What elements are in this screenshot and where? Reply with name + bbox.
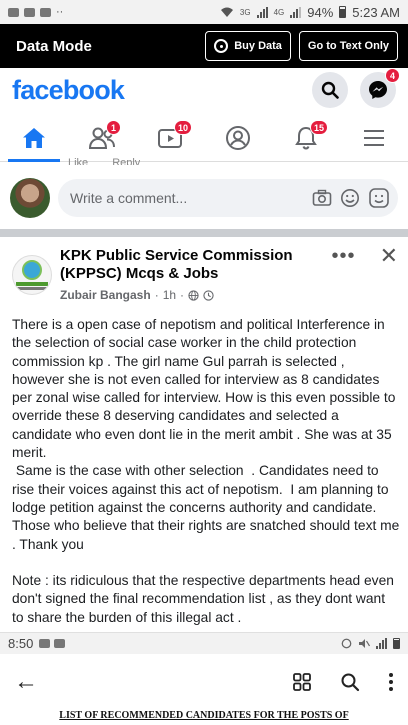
app-notification-icon — [54, 639, 66, 648]
mute-icon — [359, 639, 370, 648]
text-only-label: Go to Text Only — [307, 40, 389, 52]
signal-icon-2 — [290, 6, 302, 18]
sticker-icon[interactable] — [368, 187, 390, 209]
message-icon — [24, 7, 35, 17]
app-notification-icon — [39, 639, 51, 648]
profile-icon — [226, 125, 250, 150]
battery-percent: 94% — [307, 4, 334, 20]
post-header: KPK Public Service Commission (KPPSC) Mc… — [0, 237, 408, 305]
tabs-grid-icon[interactable] — [292, 672, 312, 692]
search-icon[interactable] — [340, 672, 360, 692]
battery-icon-2 — [393, 638, 400, 649]
buy-data-button[interactable]: Buy Data — [205, 31, 291, 61]
tab-home[interactable] — [0, 114, 68, 162]
main-nav: 1 10 15 — [0, 114, 408, 162]
secondary-status-time: 8:50 — [8, 636, 34, 651]
search-icon — [321, 81, 339, 99]
previous-comment-actions: Like Reply — [68, 157, 140, 165]
page-name[interactable]: KPK Public Service Commission (KPPSC) Mc… — [60, 247, 300, 283]
post-more-options-icon[interactable]: ••• — [332, 246, 356, 305]
camera-icon[interactable] — [312, 189, 332, 207]
notifications-badge: 15 — [310, 120, 329, 135]
secondary-status-bar: 8:50 — [0, 632, 408, 654]
post-time[interactable]: 1h — [163, 288, 176, 302]
notification-icon — [8, 7, 19, 17]
search-button[interactable] — [312, 72, 348, 108]
signal-icon-3 — [376, 638, 387, 649]
signal-icon — [256, 6, 268, 18]
tab-notifications[interactable]: 15 — [272, 114, 340, 161]
comment-composer: Write a comment... — [0, 170, 408, 226]
close-icon[interactable]: ✕ — [380, 245, 398, 305]
buy-data-label: Buy Data — [234, 40, 282, 52]
messenger-badge: 4 — [385, 68, 400, 83]
facebook-logo[interactable]: facebook — [12, 75, 125, 106]
post-author[interactable]: Zubair Bangash — [60, 288, 151, 302]
network-type-2: 4G — [273, 7, 285, 17]
attached-document-heading: LIST OF RECOMMENDED CANDIDATES FOR THE P… — [0, 710, 408, 725]
reply-link[interactable]: Reply — [112, 157, 140, 165]
messenger-button[interactable]: 4 — [360, 68, 400, 108]
comment-input[interactable]: Write a comment... — [58, 179, 398, 217]
battery-icon — [339, 6, 347, 18]
friends-badge: 1 — [106, 120, 121, 135]
alarm-icon — [341, 638, 352, 649]
system-status-bar: ·· 3G 4G 94% 5:23 AM — [0, 0, 408, 24]
user-avatar[interactable] — [10, 178, 50, 218]
tab-friends[interactable]: 1 — [68, 114, 136, 161]
feed-divider — [0, 229, 408, 237]
post-paragraph: There is a open case of nepotism and pol… — [12, 317, 396, 461]
data-icon — [214, 39, 229, 53]
page-avatar[interactable] — [12, 255, 52, 295]
more-notifications-icon: ·· — [56, 6, 64, 18]
data-mode-bar: Data Mode Buy Data Go to Text Only — [0, 24, 408, 68]
post-subline: Zubair Bangash · 1h · — [60, 288, 332, 302]
overflow-menu-icon[interactable] — [388, 672, 394, 692]
tab-profile[interactable] — [204, 114, 272, 161]
tab-watch[interactable]: 10 — [136, 114, 204, 161]
globe-icon — [188, 289, 199, 301]
app-header: facebook 4 — [0, 68, 408, 112]
clock-icon — [203, 289, 214, 301]
status-time: 5:23 AM — [352, 4, 400, 20]
home-icon — [23, 127, 45, 148]
text-only-button[interactable]: Go to Text Only — [298, 31, 398, 61]
post-paragraph: Same is the case with other selection . … — [12, 463, 407, 552]
post-body: There is a open case of nepotism and pol… — [12, 316, 400, 627]
post-paragraph: Note : its ridiculous that the respectiv… — [12, 573, 394, 625]
back-arrow-icon[interactable]: ← — [14, 668, 38, 696]
emoji-icon[interactable] — [340, 188, 360, 208]
messenger-icon — [369, 81, 387, 99]
comment-placeholder: Write a comment... — [70, 190, 188, 206]
network-type-1: 3G — [239, 7, 251, 17]
hamburger-menu-icon — [364, 129, 384, 146]
like-link[interactable]: Like — [68, 157, 88, 165]
tab-menu[interactable] — [340, 114, 408, 161]
watch-badge: 10 — [174, 120, 193, 135]
video-icon — [40, 7, 51, 17]
browser-nav-bar: ← — [0, 654, 408, 710]
wifi-icon — [220, 7, 233, 17]
data-mode-title: Data Mode — [16, 37, 92, 55]
